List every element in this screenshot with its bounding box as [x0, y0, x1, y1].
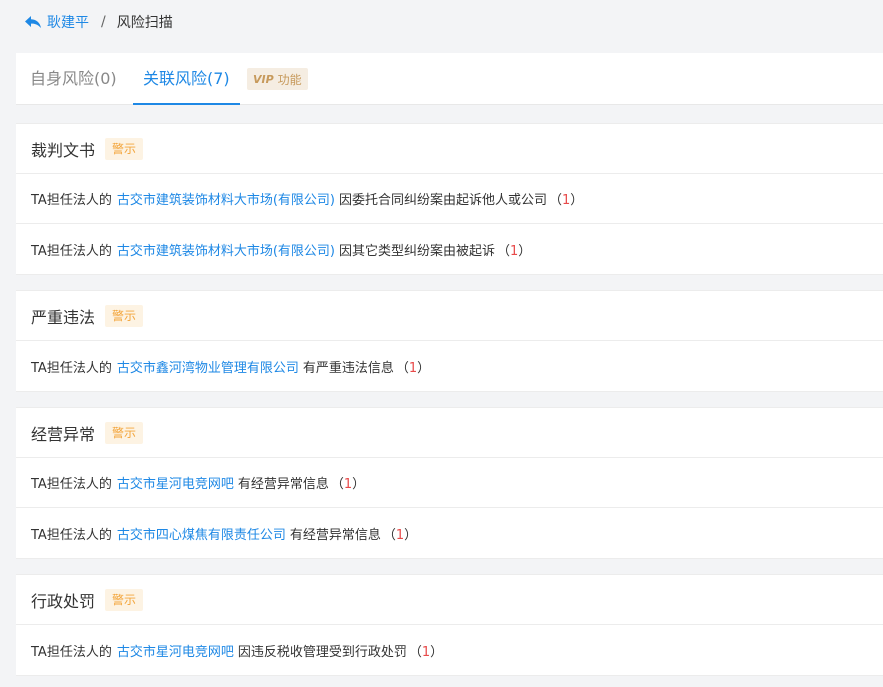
risk-section: 行政处罚 警示 TA担任法人的 古交市星河电竞网吧 因违反税收管理受到行政处罚 （1） [16, 574, 883, 676]
risk-prefix: TA担任法人的 [31, 644, 112, 660]
risk-count-number: 1 [408, 360, 418, 376]
risk-row: TA担任法人的 古交市星河电竞网吧 有经营异常信息 （1） [16, 458, 883, 508]
back-link-label[interactable]: 耿建平 [47, 12, 89, 32]
risk-count: （1） [497, 243, 532, 259]
risk-row: TA担任法人的 古交市建筑装饰材料大市场(有限公司) 因其它类型纠纷案由被起诉 （1） [16, 224, 883, 274]
section-title: 行政处罚 [31, 591, 96, 611]
risk-description: 有经营异常信息 [289, 527, 381, 543]
breadcrumb: 耿建平 / 风险扫描 [24, 12, 173, 32]
risk-row: TA担任法人的 古交市星河电竞网吧 因违反税收管理受到行政处罚 （1） [16, 625, 883, 675]
warning-tag: 警示 [105, 588, 144, 611]
risk-section: 经营异常 警示 TA担任法人的 古交市星河电竞网吧 有经营异常信息 （1） TA担任法人的古… [16, 407, 883, 559]
risk-prefix: TA担任法人的 [31, 527, 112, 543]
risk-prefix: TA担任法人的 [31, 477, 112, 492]
risk-description: 因委托合同纠纷案由起诉他人或公司 [338, 193, 547, 208]
company-link[interactable]: 古交市建筑装饰材料大市场(有限公司) [117, 240, 335, 259]
risk-count-number: 1 [343, 477, 353, 492]
warning-tag: 警示 [105, 304, 144, 327]
company-link[interactable]: 古交市建筑装饰材料大市场(有限公司) [117, 189, 335, 208]
risk-count: （1） [330, 477, 366, 492]
tab-related-risk[interactable]: 关联风险(7) [133, 53, 240, 105]
warning-tag: 警示 [105, 137, 144, 160]
company-link[interactable]: 古交市星河电竞网吧 [117, 473, 234, 492]
risk-description: 因其它类型纠纷案由被起诉 [338, 243, 495, 259]
section-header: 经营异常 警示 [16, 408, 883, 458]
section-title: 严重违法 [31, 307, 96, 327]
breadcrumb-current: 风险扫描 [116, 15, 173, 31]
section-header: 行政处罚 警示 [16, 575, 883, 625]
section-title: 经营异常 [31, 424, 96, 444]
risk-row: TA担任法人的 古交市鑫河湾物业管理有限公司 有严重违法信息 （1） [16, 341, 883, 391]
risk-count: （1） [408, 644, 444, 660]
company-link[interactable]: 古交市四心煤焦有限责任公司 [117, 524, 286, 543]
section-header: 裁判文书 警示 [16, 124, 883, 174]
section-title: 裁判文书 [31, 140, 96, 160]
risk-count: （1） [395, 360, 431, 376]
risk-description: 有严重违法信息 [302, 360, 394, 376]
tab-bar: 自身风险(0) 关联风险(7) VIP 功能 [16, 53, 883, 105]
section-header: 严重违法 警示 [16, 291, 883, 341]
risk-section: 严重违法 警示 TA担任法人的 古交市鑫河湾物业管理有限公司 有严重违法信息 （1） [16, 290, 883, 392]
risk-description: 有经营异常信息 [237, 477, 329, 492]
risk-count: （1） [549, 193, 584, 208]
risk-row: TA担任法人的 古交市四心煤焦有限责任公司 有经营异常信息 （1） [16, 508, 883, 558]
warning-tag: 警示 [105, 421, 144, 444]
breadcrumb-separator: / [101, 14, 106, 30]
risk-description: 因违反税收管理受到行政处罚 [237, 644, 407, 660]
vip-feature-label: 功能 [277, 72, 302, 87]
risk-prefix: TA担任法人的 [31, 193, 112, 208]
back-link[interactable]: 耿建平 [24, 12, 89, 32]
reply-arrow-icon [25, 16, 41, 28]
risk-prefix: TA担任法人的 [31, 243, 112, 259]
risk-count: （1） [382, 527, 418, 543]
vip-icon: VIP [253, 72, 274, 86]
risk-row: TA担任法人的 古交市建筑装饰材料大市场(有限公司) 因委托合同纠纷案由起诉他人或公… [16, 174, 883, 224]
company-link[interactable]: 古交市鑫河湾物业管理有限公司 [117, 357, 299, 376]
risk-count-number: 1 [421, 644, 431, 660]
risk-prefix: TA担任法人的 [31, 360, 112, 376]
risk-count-number: 1 [395, 527, 405, 543]
vip-feature-badge[interactable]: VIP 功能 [247, 68, 308, 90]
risk-section: 裁判文书 警示 TA担任法人的 古交市建筑装饰材料大市场(有限公司) 因委托合同纠纷案由… [16, 123, 883, 275]
tab-self-risk[interactable]: 自身风险(0) [30, 53, 117, 104]
company-link[interactable]: 古交市星河电竞网吧 [117, 641, 234, 660]
